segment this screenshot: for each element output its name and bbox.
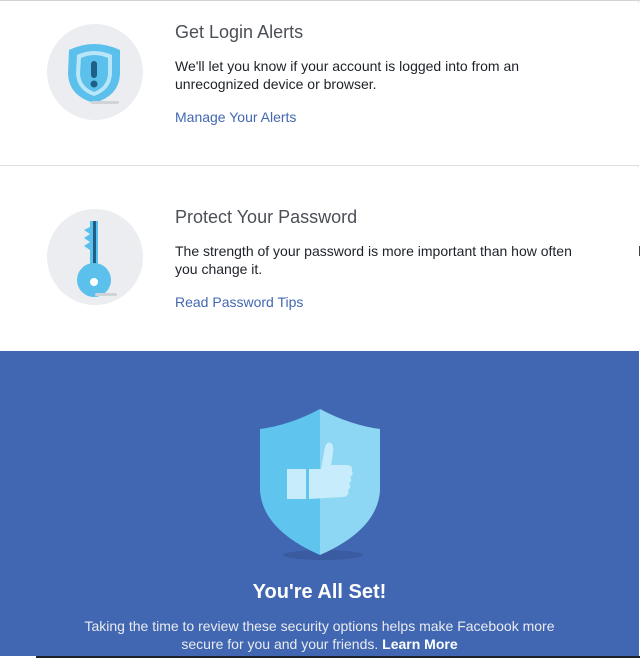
manage-alerts-link[interactable]: Manage Your Alerts bbox=[175, 108, 296, 126]
section-description: We'll let you know if your account is lo… bbox=[175, 58, 520, 92]
key-icon bbox=[47, 209, 143, 305]
banner-description: Taking the time to review these security… bbox=[84, 618, 555, 652]
section-description: The strength of your password is more im… bbox=[175, 243, 572, 277]
section-title: Protect Your Password bbox=[175, 207, 358, 227]
banner-text: Taking the time to review these security… bbox=[70, 617, 569, 653]
section-title: Get Login Alerts bbox=[175, 22, 304, 42]
learn-more-link[interactable]: Learn More bbox=[382, 636, 457, 652]
banner-title: You're All Set! bbox=[252, 581, 387, 603]
protect-password-text: Protect Your Password The strength of yo… bbox=[175, 207, 595, 312]
thumbs-up-shield-icon bbox=[260, 409, 380, 560]
protect-password-section: Protect Your Password The strength of yo… bbox=[0, 167, 639, 351]
all-set-banner: You're All Set! Taking the time to revie… bbox=[0, 351, 639, 656]
login-alerts-text: Get Login Alerts We'll let you know if y… bbox=[175, 22, 595, 127]
login-alerts-section: Get Login Alerts We'll let you know if y… bbox=[0, 3, 639, 166]
alert-shield-icon bbox=[47, 24, 143, 120]
read-password-tips-link[interactable]: Read Password Tips bbox=[175, 293, 303, 311]
